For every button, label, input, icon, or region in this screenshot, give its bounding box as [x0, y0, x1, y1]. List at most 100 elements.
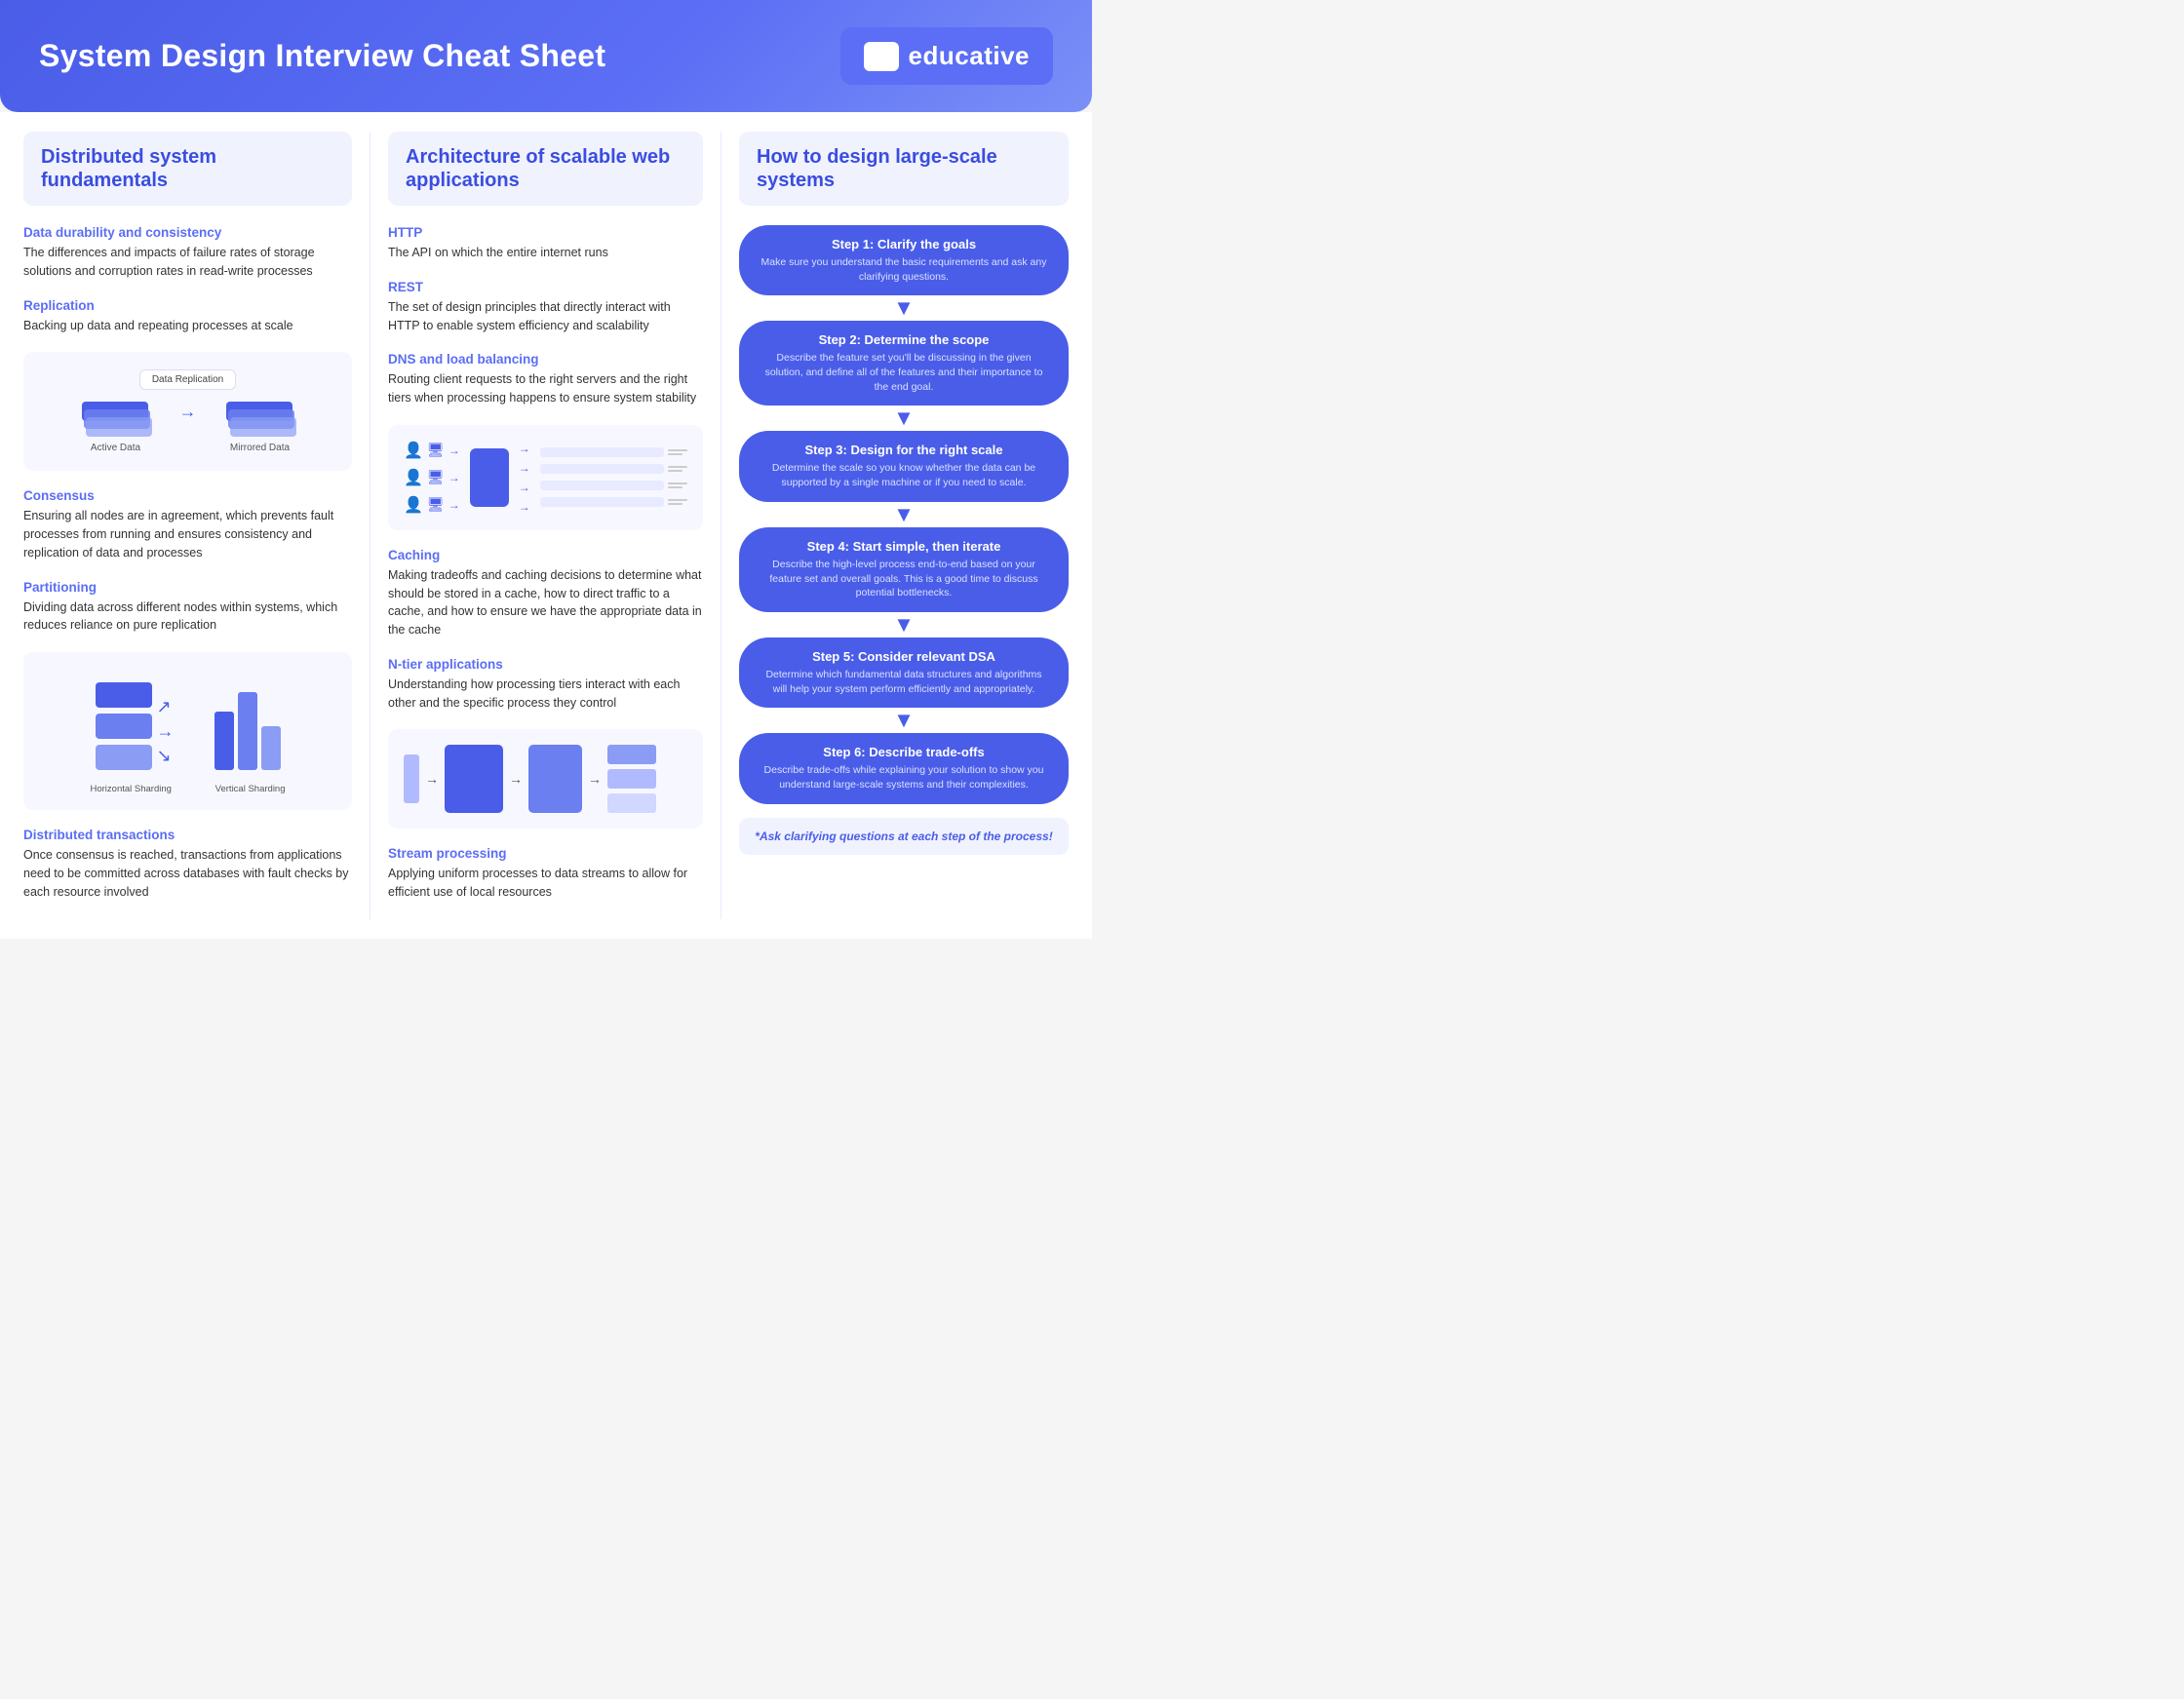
topic-title-http: HTTP	[388, 225, 703, 240]
diagram-dns: 👤 🖥 → 👤 🖥 → 👤 🖥 →	[388, 425, 703, 530]
step-arrow-1: ▼	[893, 297, 915, 319]
clarify-text: *Ask clarifying questions at each step o…	[755, 830, 1053, 843]
server-bar-2	[540, 464, 664, 474]
step-6-title: Step 6: Describe trade-offs	[759, 745, 1049, 759]
ntier-arrow-2: →	[509, 771, 523, 787]
topic-http: HTTP The API on which the entire interne…	[388, 225, 703, 262]
dns-arr-3: →	[448, 498, 460, 512]
step-5-title: Step 5: Consider relevant DSA	[759, 649, 1049, 664]
ntier-main-box	[445, 745, 503, 813]
ntier-small-1	[404, 754, 419, 803]
v-block-3	[261, 726, 281, 770]
mirrored-stack	[226, 402, 294, 437]
v-block-1	[214, 712, 234, 770]
dns-client-3: 👤 🖥 →	[404, 495, 460, 515]
server-row-1	[540, 447, 687, 457]
page-title: System Design Interview Cheat Sheet	[39, 38, 605, 74]
dns-arr-2: →	[448, 471, 460, 484]
topic-desc-partitioning: Dividing data across different nodes wit…	[23, 599, 352, 636]
section-title-distributed: Distributed system fundamentals	[41, 145, 334, 192]
topic-stream: Stream processing Applying uniform proce…	[388, 846, 703, 902]
topic-title-ntier: N-tier applications	[388, 657, 703, 672]
person-icon-3: 👤	[404, 495, 423, 515]
line-4	[668, 470, 682, 472]
topic-title-transactions: Distributed transactions	[23, 828, 352, 842]
step-5-bubble: Step 5: Consider relevant DSA Determine …	[739, 637, 1069, 708]
column-distributed: Distributed system fundamentals Data dur…	[20, 132, 370, 919]
dns-clients: 👤 🖥 → 👤 🖥 → 👤 🖥 →	[404, 441, 460, 515]
ntier-row-boxes	[607, 745, 656, 813]
step-2-desc: Describe the feature set you'll be discu…	[759, 351, 1049, 394]
v-block-2	[238, 692, 257, 770]
topic-desc-transactions: Once consensus is reached, transactions …	[23, 846, 352, 901]
horizontal-sharding-label: Horizontal Sharding	[91, 784, 172, 794]
topic-caching: Caching Making tradeoffs and caching dec…	[388, 548, 703, 639]
monitor-icon-2: 🖥	[427, 469, 445, 485]
mirrored-data-block: Mirrored Data	[226, 402, 294, 453]
active-stack	[82, 402, 150, 437]
topic-replication: Replication Backing up data and repeatin…	[23, 298, 352, 335]
step-4-desc: Describe the high-level process end-to-e…	[759, 558, 1049, 600]
topic-dns: DNS and load balancing Routing client re…	[388, 352, 703, 407]
lb-arrow-3: →	[519, 481, 530, 494]
dns-arr-1: →	[448, 444, 460, 457]
dns-visual: 👤 🖥 → 👤 🖥 → 👤 🖥 →	[404, 441, 687, 515]
ntier-entry	[404, 754, 419, 803]
person-icon-2: 👤	[404, 468, 423, 487]
topic-desc-consensus: Ensuring all nodes are in agreement, whi…	[23, 507, 352, 561]
topic-title-durability: Data durability and consistency	[23, 225, 352, 240]
server-row-4	[540, 497, 687, 507]
topic-title-consensus: Consensus	[23, 488, 352, 503]
topic-title-stream: Stream processing	[388, 846, 703, 861]
logo-text: educative	[909, 41, 1030, 71]
step-3-desc: Determine the scale so you know whether …	[759, 461, 1049, 489]
server-lines-4	[668, 499, 687, 505]
server-bar-3	[540, 481, 664, 490]
step-arrow-4: ▼	[893, 614, 915, 636]
step-4-bubble: Step 4: Start simple, then iterate Descr…	[739, 527, 1069, 612]
line-5	[668, 483, 687, 484]
ntier-arrow-3: →	[588, 771, 602, 787]
topic-rest: REST The set of design principles that d…	[388, 280, 703, 335]
dns-client-1: 👤 🖥 →	[404, 441, 460, 460]
topic-ntier: N-tier applications Understanding how pr…	[388, 657, 703, 713]
line-8	[668, 503, 682, 505]
active-data-block: Active Data	[82, 402, 150, 453]
topic-desc-dns: Routing client requests to the right ser…	[388, 370, 703, 407]
ntier-main-inner	[468, 757, 480, 800]
step-3-bubble: Step 3: Design for the right scale Deter…	[739, 431, 1069, 501]
section-title-design: How to design large-scale systems	[757, 145, 1051, 192]
topic-title-replication: Replication	[23, 298, 352, 313]
topic-desc-ntier: Understanding how processing tiers inter…	[388, 676, 703, 713]
shard-arrow-2: →	[157, 721, 175, 742]
ntier-second-inner	[550, 763, 562, 794]
lb-arrow-2: →	[519, 461, 530, 475]
server-bar-4	[540, 497, 664, 507]
ntier-row-2	[607, 769, 656, 789]
topic-desc-stream: Applying uniform processes to data strea…	[388, 865, 703, 902]
section-header-architecture: Architecture of scalable web application…	[388, 132, 703, 206]
load-balancer-box	[470, 448, 509, 507]
v-blocks	[214, 677, 281, 770]
step-arrow-5: ▼	[893, 710, 915, 731]
h-block-2	[96, 714, 152, 739]
vertical-sharding-label: Vertical Sharding	[215, 784, 286, 794]
ntier-second-box	[528, 745, 582, 813]
line-6	[668, 486, 682, 488]
topic-title-rest: REST	[388, 280, 703, 294]
server-lines-2	[668, 466, 687, 472]
topic-partitioning: Partitioning Dividing data across differ…	[23, 580, 352, 636]
logo-area: educative	[840, 27, 1053, 85]
lb-arrow-1: →	[519, 442, 530, 455]
server-bar-1	[540, 447, 664, 457]
header: System Design Interview Cheat Sheet educ…	[0, 0, 1092, 112]
diagram-sharding: ↗ → ↘ Horizontal Sharding Vertical Shard…	[23, 652, 352, 810]
line-2	[668, 453, 682, 455]
topic-desc-durability: The differences and impacts of failure r…	[23, 244, 352, 281]
line-1	[668, 449, 687, 451]
dns-servers	[540, 447, 687, 507]
diagram-ntier: → → →	[388, 729, 703, 829]
step-1-title: Step 1: Clarify the goals	[759, 237, 1049, 251]
topic-desc-http: The API on which the entire internet run…	[388, 244, 703, 262]
server-row-2	[540, 464, 687, 474]
